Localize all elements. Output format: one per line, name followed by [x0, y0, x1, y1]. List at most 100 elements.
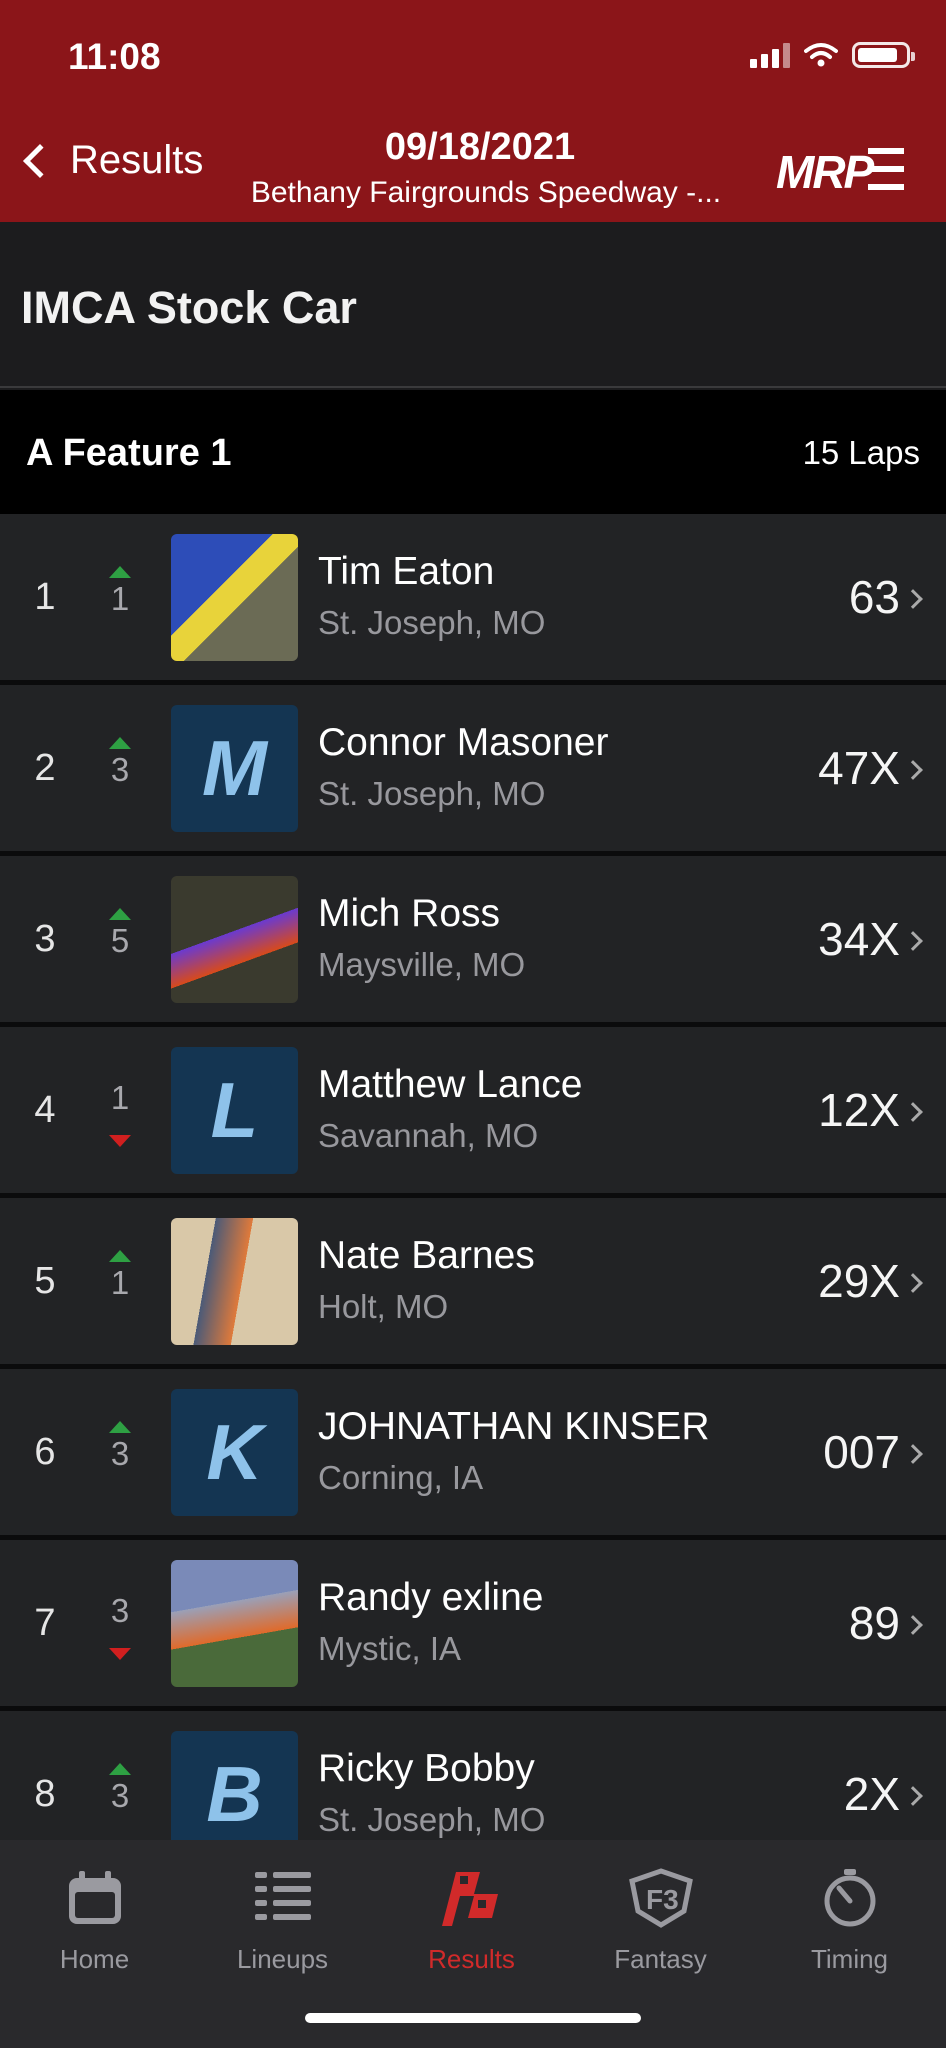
chevron-left-icon	[23, 143, 57, 178]
stopwatch-icon	[824, 1869, 875, 1927]
result-row[interactable]: 1 1 Tim Eaton St. Joseph, MO 63	[0, 514, 946, 685]
nav-header: 11:08 Results 09/18/2021 Bethany Fairgro…	[0, 0, 946, 222]
result-row[interactable]: 4 1 L Matthew Lance Savannah, MO 12X	[0, 1027, 946, 1198]
tab-lineups[interactable]: Lineups	[188, 1858, 377, 1975]
chevron-right-icon	[903, 931, 923, 951]
avatar-initial: K	[206, 1408, 263, 1496]
position-down-icon	[109, 1648, 131, 1660]
tab-results[interactable]: Results	[377, 1858, 566, 1975]
position-up-icon	[109, 1421, 131, 1433]
tab-label: Fantasy	[614, 1944, 707, 1974]
car-number: 34X	[818, 913, 900, 965]
result-row[interactable]: 5 1 Nate Barnes Holt, MO 29X	[0, 1198, 946, 1369]
driver-initial-avatar: K	[171, 1389, 298, 1516]
svg-text:F3: F3	[646, 1884, 679, 1915]
driver-location: St. Joseph, MO	[318, 1801, 546, 1838]
driver-location: Corning, IA	[318, 1459, 484, 1496]
checkered-flag-icon	[441, 1872, 498, 1926]
chevron-right-icon	[903, 1273, 923, 1293]
calendar-icon	[68, 1871, 121, 1924]
page-subtitle: Bethany Fairgrounds Speedway -...	[250, 176, 722, 209]
back-label: Results	[70, 138, 204, 182]
finish-position: 4	[34, 1089, 56, 1131]
position-change: 3	[100, 1755, 140, 1845]
position-change-value: 1	[110, 580, 130, 617]
driver-name: Tim Eaton	[318, 550, 495, 593]
driver-location: Maysville, MO	[318, 946, 526, 983]
tab-fantasy[interactable]: F3 Fantasy	[566, 1858, 755, 1975]
position-up-icon	[109, 1250, 131, 1262]
position-change-value: 3	[110, 1777, 130, 1814]
list-icon	[254, 1872, 311, 1920]
position-change: 5	[100, 900, 140, 990]
position-change-value: 1	[110, 1264, 130, 1301]
status-icons	[750, 42, 915, 68]
car-number: 89	[848, 1597, 900, 1649]
car-photo	[171, 534, 298, 661]
chevron-right-icon	[903, 1615, 923, 1635]
chevron-right-icon	[903, 760, 923, 780]
driver-name: Mich Ross	[318, 892, 501, 935]
driver-name: Randy exline	[318, 1576, 544, 1619]
driver-location: Mystic, IA	[318, 1630, 462, 1667]
status-time: 11:08	[68, 36, 161, 77]
fantasy-shield-icon: F3	[628, 1868, 693, 1928]
result-row[interactable]: 7 3 Randy exline Mystic, IA 89	[0, 1540, 946, 1711]
position-change-value: 3	[110, 751, 130, 788]
position-up-icon	[109, 1763, 131, 1775]
result-row[interactable]: 2 3 M Connor Masoner St. Joseph, MO 47X	[0, 685, 946, 856]
position-up-icon	[109, 908, 131, 920]
car-number: 2X	[843, 1768, 900, 1820]
car-number: 007	[823, 1426, 900, 1478]
driver-name: Ricky Bobby	[318, 1747, 535, 1790]
driver-name: JOHNATHAN KINSER	[318, 1405, 710, 1448]
car-number: 63	[848, 571, 900, 623]
car-number: 47X	[818, 742, 900, 794]
event-name: A Feature 1	[26, 432, 232, 474]
driver-initial-avatar: M	[171, 705, 298, 832]
position-up-icon	[109, 566, 131, 578]
result-row[interactable]: 6 3 K JOHNATHAN KINSER Corning, IA 007	[0, 1369, 946, 1540]
position-change-value: 5	[110, 922, 130, 959]
chevron-right-icon	[903, 1444, 923, 1464]
position-change-value: 3	[110, 1592, 130, 1629]
driver-name: Nate Barnes	[318, 1234, 535, 1277]
chevron-right-icon	[903, 1102, 923, 1122]
car-photo	[171, 1218, 298, 1345]
page-title: 09/18/2021	[384, 126, 576, 168]
home-indicator[interactable]	[305, 2013, 641, 2023]
finish-position: 8	[34, 1773, 56, 1815]
results-list: 1 1 Tim Eaton St. Joseph, MO 63 2 3 M Co…	[0, 514, 946, 1882]
position-change-value: 1	[110, 1079, 130, 1116]
result-row[interactable]: 3 5 Mich Ross Maysville, MO 34X	[0, 856, 946, 1027]
mrp-logo: MRP	[776, 140, 906, 211]
tab-label: Home	[59, 1944, 130, 1974]
driver-initial-avatar: L	[171, 1047, 298, 1174]
finish-position: 6	[34, 1431, 56, 1473]
position-down-icon	[109, 1135, 131, 1147]
driver-location: St. Joseph, MO	[318, 775, 546, 812]
driver-name: Matthew Lance	[318, 1063, 583, 1106]
finish-position: 2	[34, 747, 56, 789]
event-laps: 15 Laps	[802, 434, 920, 471]
tab-home[interactable]: Home	[0, 1858, 189, 1975]
driver-location: Holt, MO	[318, 1288, 449, 1325]
tab-timing[interactable]: Timing	[755, 1858, 944, 1975]
position-change: 3	[100, 729, 140, 819]
position-change: 3	[100, 1584, 140, 1674]
avatar-initial: L	[210, 1066, 259, 1154]
avatar-initial: M	[202, 724, 267, 812]
finish-position: 5	[34, 1260, 56, 1302]
tab-label: Timing	[810, 1944, 889, 1974]
class-heading: IMCA Stock Car	[0, 222, 946, 388]
back-button[interactable]: Results	[18, 138, 203, 183]
event-header: A Feature 1 15 Laps	[0, 390, 946, 514]
tab-label: Results	[428, 1944, 515, 1974]
wifi-icon	[804, 43, 838, 67]
driver-location: Savannah, MO	[318, 1117, 539, 1154]
car-number: 12X	[818, 1084, 900, 1136]
chevron-right-icon	[903, 589, 923, 609]
car-photo	[171, 876, 298, 1003]
svg-text:MRP: MRP	[776, 146, 875, 198]
finish-position: 3	[34, 918, 56, 960]
